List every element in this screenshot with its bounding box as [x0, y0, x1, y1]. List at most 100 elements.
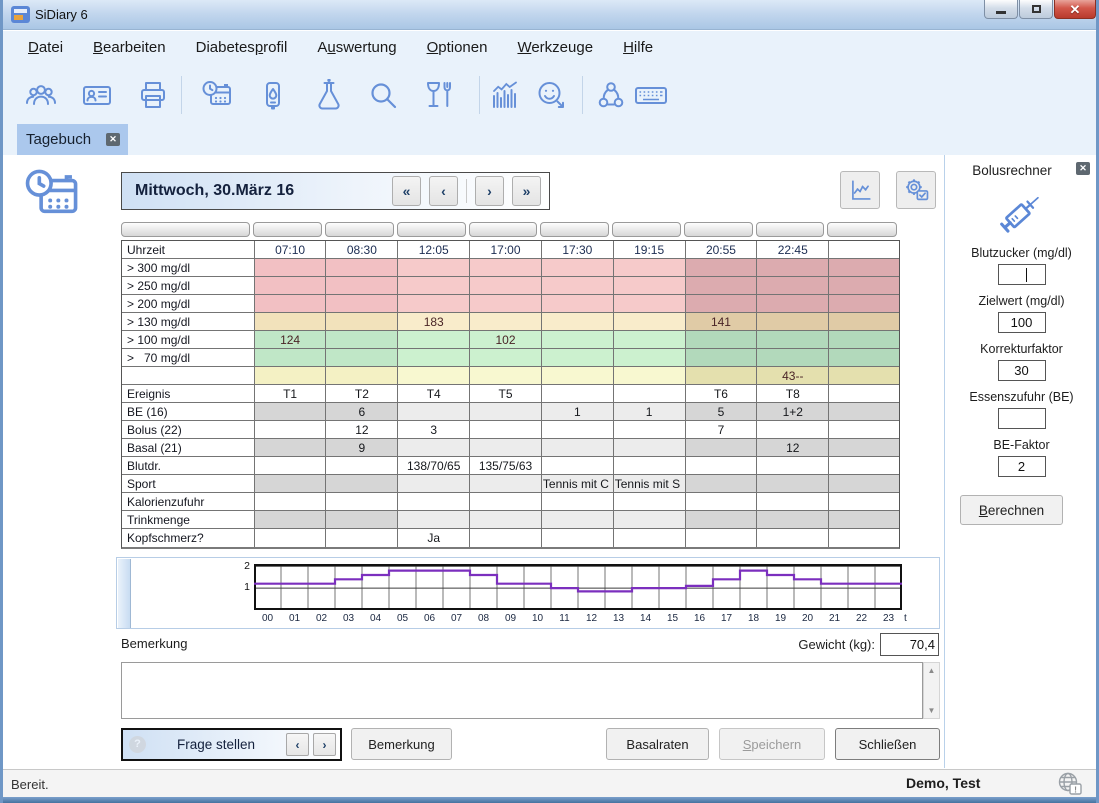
cell-blutdr-5[interactable] [614, 457, 686, 475]
frage-prev-button[interactable]: ‹ [286, 733, 309, 756]
remark-scrollbar[interactable]: ▲ ▼ [923, 662, 940, 719]
cell-ereignis-8[interactable] [829, 385, 899, 403]
cell-200-mg-dl-4[interactable] [542, 295, 614, 313]
profile-card-icon[interactable] [81, 79, 113, 111]
cell-kalorienzufuhr-5[interactable] [614, 493, 686, 511]
cell-bolus-22-6[interactable]: 7 [686, 421, 758, 439]
cell-row-5[interactable] [614, 367, 686, 385]
bolus-close-icon[interactable]: ✕ [1076, 162, 1090, 175]
cell-kalorienzufuhr-1[interactable] [326, 493, 398, 511]
cell-70-mg-dl-4[interactable] [542, 349, 614, 367]
cell-70-mg-dl-7[interactable] [757, 349, 829, 367]
tab-tagebuch[interactable]: Tagebuch ✕ [17, 124, 128, 155]
cell-130-mg-dl-1[interactable] [326, 313, 398, 331]
cell-200-mg-dl-6[interactable] [686, 295, 758, 313]
cell-trinkmenge-0[interactable] [255, 511, 327, 529]
cell-kopfschmerz-6[interactable] [686, 529, 758, 547]
cell-ereignis-4[interactable] [542, 385, 614, 403]
menu-item-diabetesprofil[interactable]: Diabetesprofil [196, 39, 288, 56]
cell-sport-5[interactable]: Tennis mit S [614, 475, 686, 493]
cell-row-4[interactable] [542, 367, 614, 385]
cell-250-mg-dl-7[interactable] [757, 277, 829, 295]
prev-week-button[interactable]: « [392, 176, 421, 206]
meter-device-icon[interactable] [257, 79, 289, 111]
cell-basal-21-3[interactable] [470, 439, 542, 457]
cell-trinkmenge-4[interactable] [542, 511, 614, 529]
cell-300-mg-dl-4[interactable] [542, 259, 614, 277]
bolus-input-essenszufuhr-be[interactable] [998, 408, 1046, 429]
chart-splitter[interactable] [118, 559, 131, 628]
cell-200-mg-dl-0[interactable] [255, 295, 327, 313]
cell-kalorienzufuhr-8[interactable] [829, 493, 899, 511]
print-icon[interactable] [137, 79, 169, 111]
cell-bolus-22-0[interactable] [255, 421, 327, 439]
cell-be-16-1[interactable]: 6 [326, 403, 398, 421]
cell-100-mg-dl-5[interactable] [614, 331, 686, 349]
cell-100-mg-dl-6[interactable] [686, 331, 758, 349]
menu-item-bearbeiten[interactable]: Bearbeiten [93, 39, 166, 56]
cell-130-mg-dl-2[interactable]: 183 [398, 313, 470, 331]
cell-250-mg-dl-3[interactable] [470, 277, 542, 295]
cell-row-7[interactable]: 43-- [757, 367, 829, 385]
cell-kopfschmerz-4[interactable] [542, 529, 614, 547]
menu-item-werkzeuge[interactable]: Werkzeuge [517, 39, 593, 56]
cell-100-mg-dl-1[interactable] [326, 331, 398, 349]
column-header-button[interactable] [540, 222, 609, 237]
cell-kopfschmerz-3[interactable] [470, 529, 542, 547]
cell-ereignis-3[interactable]: T5 [470, 385, 542, 403]
nutrition-icon[interactable] [423, 79, 455, 111]
minimize-button[interactable] [984, 0, 1018, 19]
cell-sport-0[interactable] [255, 475, 327, 493]
cell-200-mg-dl-7[interactable] [757, 295, 829, 313]
prev-day-button[interactable]: ‹ [429, 176, 458, 206]
menu-item-optionen[interactable]: Optionen [427, 39, 488, 56]
cell-kopfschmerz-0[interactable] [255, 529, 327, 547]
cell-70-mg-dl-8[interactable] [829, 349, 899, 367]
cell-100-mg-dl-7[interactable] [757, 331, 829, 349]
cell-blutdr-7[interactable] [757, 457, 829, 475]
cell-blutdr-3[interactable]: 135/75/63 [470, 457, 542, 475]
cell-basal-21-2[interactable] [398, 439, 470, 457]
cell-130-mg-dl-4[interactable] [542, 313, 614, 331]
cell-100-mg-dl-4[interactable] [542, 331, 614, 349]
column-header-button[interactable] [121, 222, 250, 237]
basalraten-button[interactable]: Basalraten [606, 728, 709, 760]
cell-blutdr-1[interactable] [326, 457, 398, 475]
schliessen-button[interactable]: Schließen [835, 728, 940, 760]
cell-70-mg-dl-1[interactable] [326, 349, 398, 367]
cell-bolus-22-8[interactable] [829, 421, 899, 439]
cell-basal-21-6[interactable] [686, 439, 758, 457]
cell-sport-8[interactable] [829, 475, 899, 493]
cell-200-mg-dl-3[interactable] [470, 295, 542, 313]
cell-300-mg-dl-6[interactable] [686, 259, 758, 277]
cell-ereignis-6[interactable]: T6 [686, 385, 758, 403]
cell-130-mg-dl-5[interactable] [614, 313, 686, 331]
frage-next-button[interactable]: › [313, 733, 336, 756]
cell-blutdr-4[interactable] [542, 457, 614, 475]
cell-kopfschmerz-1[interactable] [326, 529, 398, 547]
bemerkung-textarea[interactable] [121, 662, 923, 719]
bolus-input-blutzucker-mg-dl[interactable] [998, 264, 1046, 285]
column-header-button[interactable] [827, 222, 897, 237]
next-day-button[interactable]: › [475, 176, 504, 206]
cell-200-mg-dl-5[interactable] [614, 295, 686, 313]
cell-sport-7[interactable] [757, 475, 829, 493]
cell-70-mg-dl-3[interactable] [470, 349, 542, 367]
cell-250-mg-dl-8[interactable] [829, 277, 899, 295]
cell-70-mg-dl-0[interactable] [255, 349, 327, 367]
cell-130-mg-dl-0[interactable] [255, 313, 327, 331]
cell-row-8[interactable] [829, 367, 899, 385]
cell-250-mg-dl-4[interactable] [542, 277, 614, 295]
globe-alert-icon[interactable]: ! [1057, 771, 1083, 797]
cell-300-mg-dl-5[interactable] [614, 259, 686, 277]
cell-bolus-22-5[interactable] [614, 421, 686, 439]
cell-300-mg-dl-3[interactable] [470, 259, 542, 277]
scroll-down-icon[interactable]: ▼ [924, 703, 939, 718]
menu-item-hilfe[interactable]: Hilfe [623, 39, 653, 56]
cell-trinkmenge-7[interactable] [757, 511, 829, 529]
gewicht-input[interactable]: 70,4 [880, 633, 939, 656]
column-header-button[interactable] [325, 222, 394, 237]
cell-bolus-22-1[interactable]: 12 [326, 421, 398, 439]
cell-200-mg-dl-8[interactable] [829, 295, 899, 313]
cell-kalorienzufuhr-0[interactable] [255, 493, 327, 511]
